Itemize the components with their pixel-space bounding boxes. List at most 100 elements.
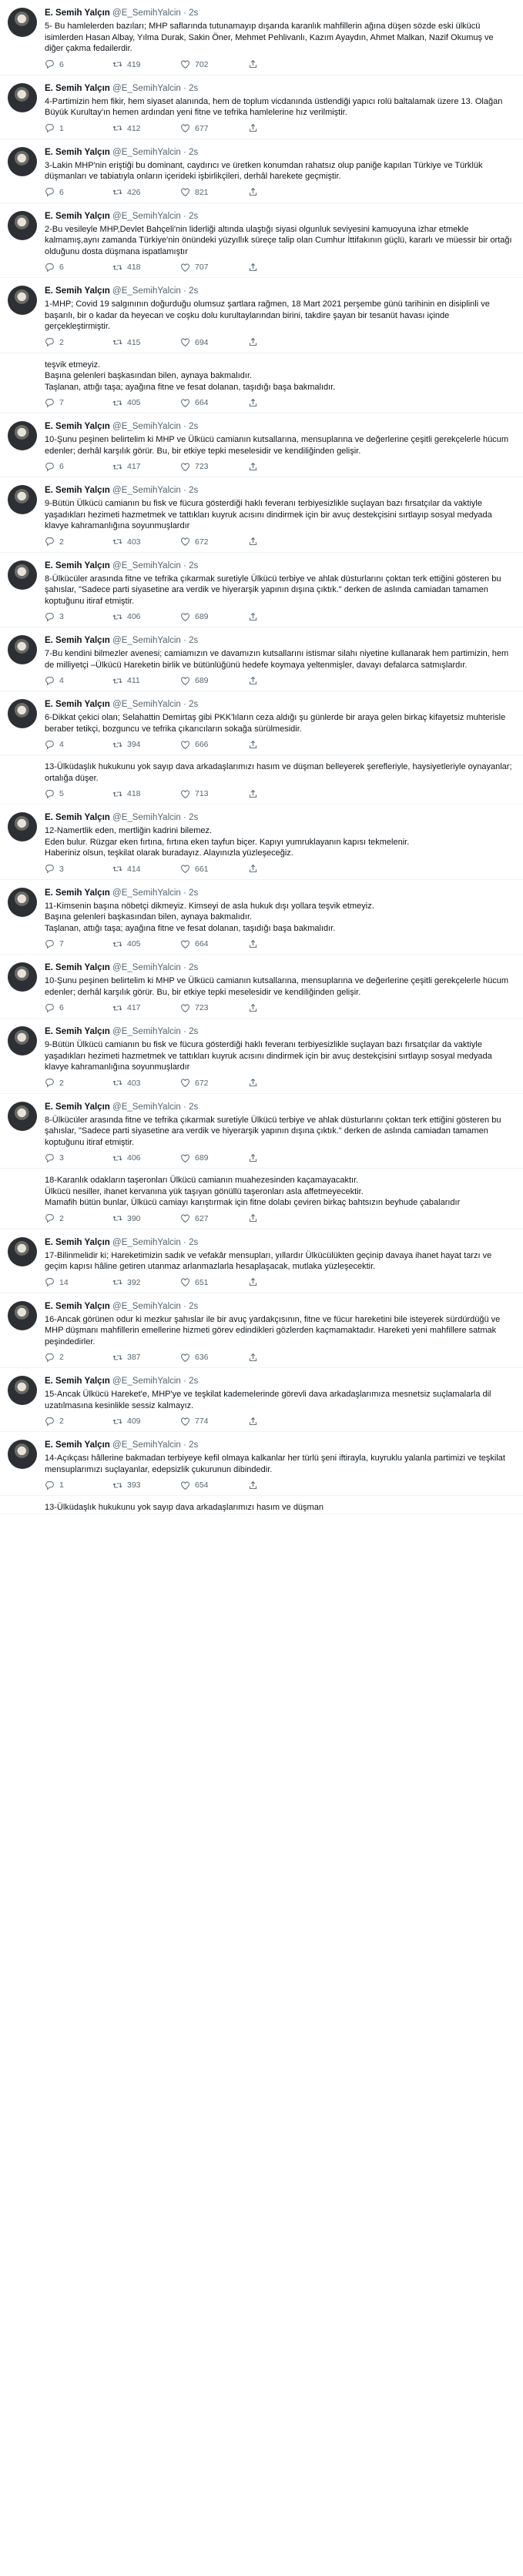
retweet-button[interactable]: 417 — [112, 1003, 180, 1013]
like-button[interactable]: 702 — [180, 59, 248, 69]
retweet-button[interactable]: 405 — [112, 398, 180, 408]
tweet[interactable]: E. Semih Yalçın @E_SemihYalcin · 2s 17-Bi… — [0, 1229, 523, 1293]
author-handle[interactable]: @E_SemihYalcin — [112, 148, 181, 157]
retweet-button[interactable]: 406 — [112, 612, 180, 622]
author-handle[interactable]: @E_SemihYalcin — [112, 561, 181, 570]
reply-button[interactable]: 2 — [45, 1213, 112, 1223]
share-button[interactable] — [248, 740, 258, 750]
reply-button[interactable]: 3 — [45, 1153, 112, 1163]
author-name[interactable]: E. Semih Yalçın — [45, 813, 110, 822]
tweet-time[interactable]: 2s — [189, 1377, 198, 1386]
retweet-button[interactable]: 411 — [112, 676, 180, 686]
author-handle[interactable]: @E_SemihYalcin — [112, 1102, 181, 1112]
avatar[interactable] — [8, 1236, 37, 1266]
like-button[interactable]: 636 — [180, 1353, 248, 1363]
avatar[interactable] — [8, 887, 37, 917]
retweet-button[interactable]: 426 — [112, 187, 180, 197]
share-button[interactable] — [248, 337, 258, 347]
tweet[interactable]: E. Semih Yalçın @E_SemihYalcin · 2s 1-MHP… — [0, 278, 523, 353]
author-handle[interactable]: @E_SemihYalcin — [112, 8, 181, 18]
author-handle[interactable]: @E_SemihYalcin — [112, 1027, 181, 1036]
avatar[interactable] — [8, 8, 37, 37]
share-button[interactable] — [248, 864, 258, 874]
author-name[interactable]: E. Semih Yalçın — [45, 700, 110, 709]
avatar[interactable] — [8, 1376, 37, 1405]
reply-button[interactable]: 7 — [45, 398, 112, 408]
retweet-button[interactable]: 403 — [112, 1078, 180, 1088]
retweet-button[interactable]: 387 — [112, 1353, 180, 1363]
author-handle[interactable]: @E_SemihYalcin — [112, 286, 181, 296]
avatar[interactable] — [8, 812, 37, 841]
like-button[interactable]: 666 — [180, 740, 248, 750]
share-button[interactable] — [248, 789, 258, 799]
avatar[interactable] — [8, 82, 37, 112]
tweet-time[interactable]: 2s — [189, 963, 198, 972]
share-button[interactable] — [248, 1417, 258, 1427]
share-button[interactable] — [248, 1153, 258, 1163]
tweet-time[interactable]: 2s — [189, 148, 198, 157]
avatar[interactable] — [8, 699, 37, 728]
tweet-time[interactable]: 2s — [189, 1027, 198, 1036]
like-button[interactable]: 689 — [180, 612, 248, 622]
avatar[interactable] — [8, 1026, 37, 1055]
share-button[interactable] — [248, 398, 258, 408]
avatar[interactable] — [8, 146, 37, 176]
author-handle[interactable]: @E_SemihYalcin — [112, 422, 181, 431]
retweet-button[interactable]: 417 — [112, 462, 180, 472]
like-button[interactable]: 689 — [180, 676, 248, 686]
author-handle[interactable]: @E_SemihYalcin — [112, 963, 181, 972]
reply-button[interactable]: 2 — [45, 1417, 112, 1427]
like-button[interactable]: 723 — [180, 462, 248, 472]
retweet-button[interactable]: 393 — [112, 1480, 180, 1490]
author-handle[interactable]: @E_SemihYalcin — [112, 813, 181, 822]
tweet[interactable]: E. Semih Yalçın @E_SemihYalcin · 2s 5- Bu… — [0, 0, 523, 75]
share-button[interactable] — [248, 263, 258, 273]
retweet-button[interactable]: 406 — [112, 1153, 180, 1163]
avatar[interactable] — [8, 286, 37, 315]
like-button[interactable]: 627 — [180, 1213, 248, 1223]
avatar[interactable] — [8, 1440, 37, 1469]
author-name[interactable]: E. Semih Yalçın — [45, 1027, 110, 1036]
tweet-continuation[interactable]: 13-Ülküdaşlık hukukunu yok sayıp dava ar… — [0, 755, 523, 805]
reply-button[interactable]: 14 — [45, 1277, 112, 1287]
author-name[interactable]: E. Semih Yalçın — [45, 8, 110, 18]
like-button[interactable]: 651 — [180, 1277, 248, 1287]
share-button[interactable] — [248, 939, 258, 949]
author-name[interactable]: E. Semih Yalçın — [45, 1238, 110, 1247]
reply-button[interactable]: 6 — [45, 187, 112, 197]
retweet-button[interactable]: 405 — [112, 939, 180, 949]
tweet-time[interactable]: 2s — [189, 1238, 198, 1247]
tweet-time[interactable]: 2s — [189, 212, 198, 221]
reply-button[interactable]: 5 — [45, 789, 112, 799]
author-handle[interactable]: @E_SemihYalcin — [112, 1440, 181, 1450]
share-button[interactable] — [248, 1003, 258, 1013]
tweet-time[interactable]: 2s — [189, 1102, 198, 1112]
like-button[interactable]: 707 — [180, 263, 248, 273]
tweet-time[interactable]: 2s — [189, 1302, 198, 1311]
reply-button[interactable]: 3 — [45, 612, 112, 622]
author-name[interactable]: E. Semih Yalçın — [45, 212, 110, 221]
author-handle[interactable]: @E_SemihYalcin — [112, 700, 181, 709]
reply-button[interactable]: 2 — [45, 537, 112, 547]
reply-button[interactable]: 7 — [45, 939, 112, 949]
share-button[interactable] — [248, 676, 258, 686]
retweet-button[interactable]: 418 — [112, 789, 180, 799]
reply-button[interactable]: 2 — [45, 1353, 112, 1363]
author-name[interactable]: E. Semih Yalçın — [45, 888, 110, 898]
tweet[interactable]: E. Semih Yalçın @E_SemihYalcin · 2s 14-Aç… — [0, 1432, 523, 1496]
tweet-time[interactable]: 2s — [189, 486, 198, 495]
tweet[interactable]: E. Semih Yalçın @E_SemihYalcin · 2s 10-Şu… — [0, 413, 523, 477]
reply-button[interactable]: 6 — [45, 462, 112, 472]
retweet-button[interactable]: 419 — [112, 59, 180, 69]
tweet[interactable]: E. Semih Yalçın @E_SemihYalcin · 2s 8-Ülk… — [0, 1094, 523, 1169]
tweet[interactable]: E. Semih Yalçın @E_SemihYalcin · 2s 15-An… — [0, 1368, 523, 1432]
avatar[interactable] — [8, 210, 37, 240]
avatar[interactable] — [8, 635, 37, 664]
author-handle[interactable]: @E_SemihYalcin — [112, 1302, 181, 1311]
author-name[interactable]: E. Semih Yalçın — [45, 84, 110, 93]
author-name[interactable]: E. Semih Yalçın — [45, 963, 110, 972]
tweet[interactable]: E. Semih Yalçın @E_SemihYalcin · 2s 2-Bu … — [0, 203, 523, 278]
author-handle[interactable]: @E_SemihYalcin — [112, 84, 181, 93]
reply-button[interactable]: 1 — [45, 1480, 112, 1490]
like-button[interactable]: 661 — [180, 864, 248, 874]
